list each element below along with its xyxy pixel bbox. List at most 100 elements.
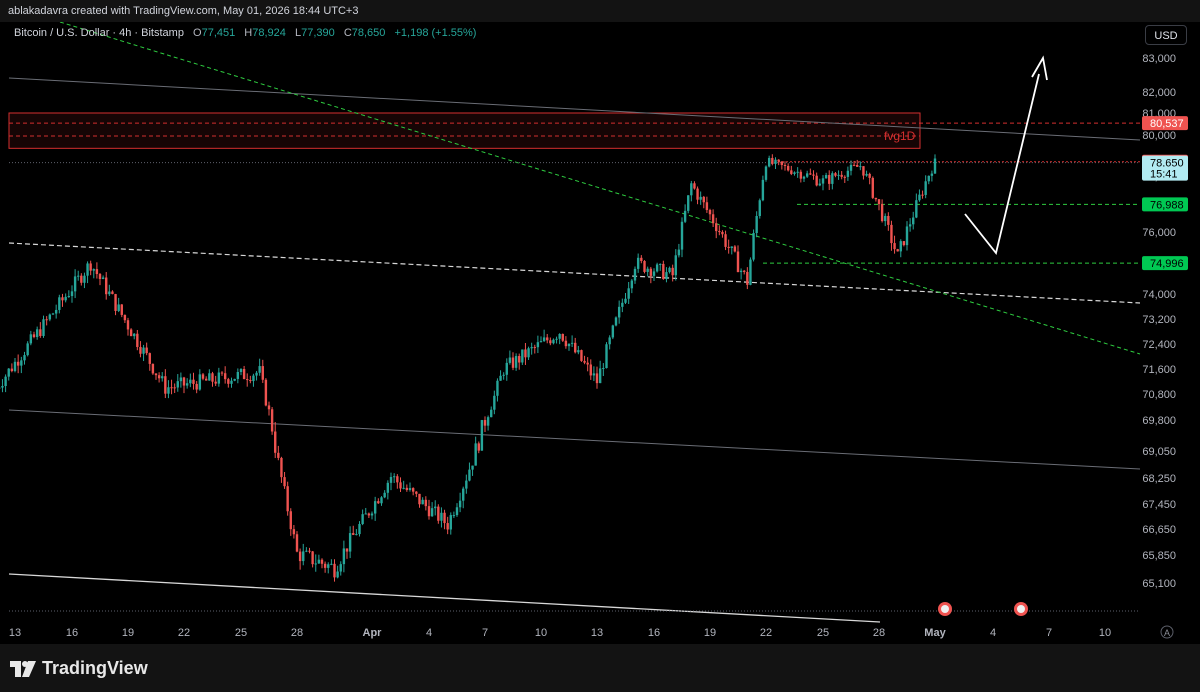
candle-body [846,170,850,177]
candle-body [902,241,906,246]
candle-body [29,334,33,344]
y-axis-tick: 74,000 [1142,289,1176,301]
candle-body [812,174,815,176]
candle-body [880,204,884,222]
candle-body [182,377,186,386]
candle-body [42,319,45,336]
candle-body [452,515,456,517]
candle-body [542,337,546,342]
x-axis-tick: 19 [122,627,134,639]
candle-body [908,224,912,227]
candle-body [659,263,662,265]
x-axis-tick: 16 [648,627,660,639]
price-label: 74,996 [1150,258,1184,270]
candle-body [120,304,123,315]
projection-arrow-head [1031,55,1048,81]
candle-body [20,360,23,366]
candle-body [358,524,361,535]
candle-body [73,276,77,292]
candle-body [136,333,139,347]
price-chart[interactable]: 83,00082,00081,00080,00078,00076,00074,0… [0,22,1200,644]
y-axis-tick: 67,450 [1142,499,1176,511]
candle-body [402,487,405,489]
x-axis-tick: 25 [235,627,247,639]
candle-body [799,171,803,179]
candle-body [539,341,543,343]
candle-body [336,571,339,578]
candle-body [320,559,324,564]
y-axis-tick: 70,800 [1142,389,1176,401]
candle-body [258,366,261,373]
currency-button[interactable]: USD [1145,25,1187,45]
candle-body [771,157,774,164]
candle-body [649,268,653,276]
candle-body [796,171,799,173]
y-axis-tick: 68,250 [1142,473,1176,485]
candle-body [185,383,189,386]
candle-body [874,197,878,200]
candle-body [418,493,421,505]
candle-body [176,381,179,388]
candle-body [427,506,431,517]
candle-body [764,166,768,180]
candle-body [61,297,64,301]
candle-body [208,373,211,381]
candle-body [558,334,561,339]
candle-body [546,337,549,341]
candle-body [921,194,924,196]
candle-body [108,291,111,295]
brand-name: TradingView [42,658,148,678]
candle-body [790,170,793,174]
candle-body [154,373,158,376]
low-value: 77,390 [301,27,335,39]
chart-area[interactable]: 83,00082,00081,00080,00078,00076,00074,0… [0,22,1200,644]
candle-body [298,551,302,562]
candle-body [690,183,693,196]
open-value: 77,451 [201,27,236,39]
candle-body [643,260,646,272]
candle-body [323,563,327,568]
candle-body [302,551,305,562]
y-axis-tick: 76,000 [1142,227,1176,239]
candle-body [408,488,412,490]
candle-body [474,443,477,466]
candle-body [399,482,402,489]
candle-body [274,431,277,453]
candle-body [449,515,452,530]
candle-body [755,215,758,234]
candle-body [10,368,14,372]
candle-body [840,174,843,177]
candle-body [733,246,737,252]
candle-body [887,215,890,225]
candle-body [730,246,733,248]
candle-body [201,374,205,379]
candle-body [636,257,640,269]
candle-body [577,350,580,353]
candle-body [727,246,730,248]
candle-body [392,476,396,478]
candle-body [655,264,659,272]
candle-body [283,477,286,487]
candle-body [780,161,784,165]
candle-body [834,173,837,176]
candle-body [721,231,724,235]
candle-body [561,334,564,341]
channel-bottom-line [8,573,881,623]
candle-body [280,457,283,478]
candle-body [148,353,151,364]
candle-body [342,548,346,565]
tradingview-brand[interactable]: TradingView [10,658,148,679]
candle-body [389,476,393,483]
candle-body [462,488,465,501]
candle-body [83,275,86,283]
candle-body [739,270,743,273]
price-label: 80,537 [1150,118,1184,130]
high-value: 78,924 [252,27,286,39]
candle-body [123,314,127,321]
candle-body [101,277,105,279]
candle-body [286,486,289,512]
price-label: 76,988 [1150,199,1184,211]
candle-body [777,159,780,162]
candle-body [499,375,502,381]
candle-body [802,176,806,179]
